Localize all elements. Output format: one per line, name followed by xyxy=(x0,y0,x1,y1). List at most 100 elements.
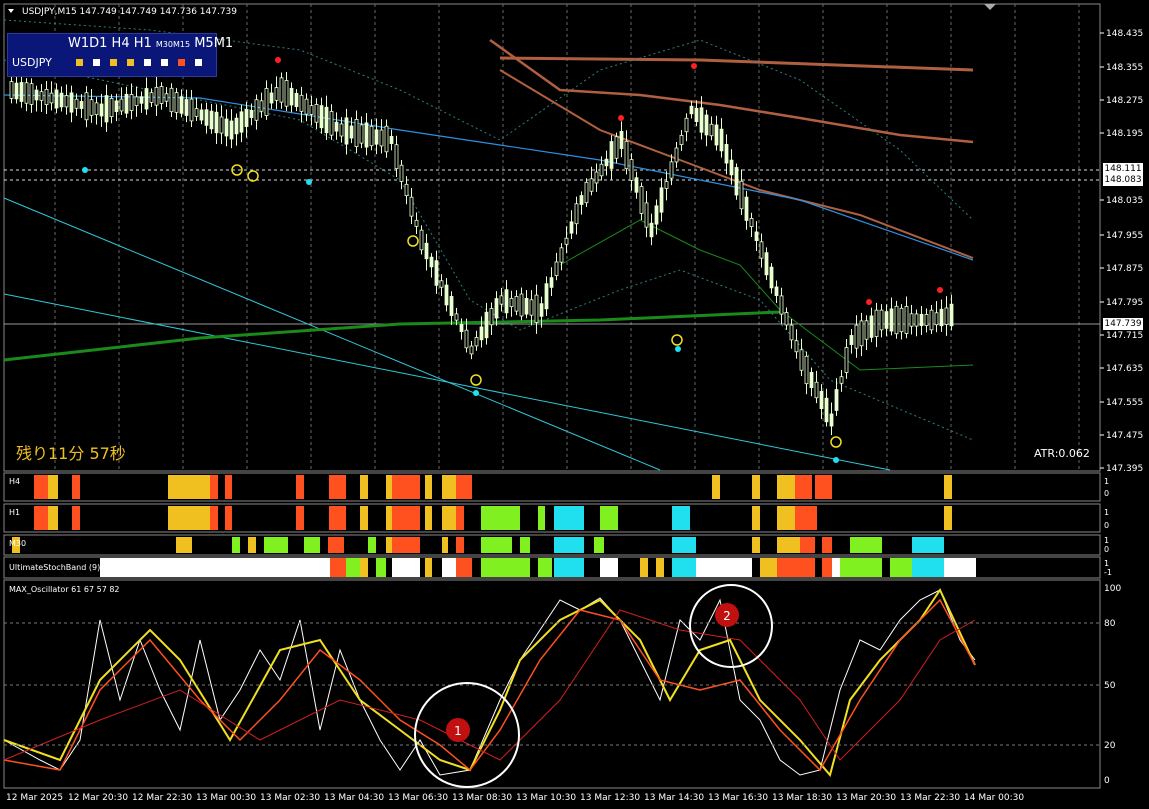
m30-scale-1: 1 xyxy=(1104,536,1109,545)
candle-body xyxy=(339,123,344,137)
candle-body xyxy=(894,305,899,335)
candle-body xyxy=(819,390,824,410)
signal-bar-segment xyxy=(304,537,320,553)
time-axis[interactable]: 12 Mar 2025 12 Mar 20:30 12 Mar 22:30 13 Ma… xyxy=(6,793,1024,803)
candle-body xyxy=(174,92,179,113)
signal-bar-segment xyxy=(912,558,944,577)
oscillator-title: MAX_Oscillator 61 67 57 82 xyxy=(9,585,120,594)
candle-body xyxy=(479,326,484,341)
tf-square xyxy=(195,59,202,66)
time-label: 13 Mar 02:30 xyxy=(260,793,320,803)
candle-body xyxy=(424,242,429,260)
signal-bar-segment xyxy=(912,537,944,553)
candle-body xyxy=(134,96,139,107)
candle-body xyxy=(14,82,19,100)
osc-level-label: 20 xyxy=(1104,741,1116,751)
candle-body xyxy=(949,303,954,327)
candle-body xyxy=(409,196,414,217)
candle-body xyxy=(649,222,654,238)
signal-bar-segment xyxy=(456,558,472,577)
signal-bar-segment xyxy=(952,558,976,577)
candle-body xyxy=(944,307,949,325)
price-tag-low: 148.083 xyxy=(1103,174,1143,186)
candle-body xyxy=(94,102,99,116)
signal-bar-segment xyxy=(72,475,80,499)
candle-body xyxy=(164,93,169,102)
candle-body xyxy=(699,107,704,133)
candle-body xyxy=(689,105,694,115)
candle-body xyxy=(934,312,939,326)
signal-bar-segment xyxy=(225,506,232,530)
signal-bar-segment xyxy=(360,475,368,499)
price-axis[interactable]: 148.435 148.355 148.275 148.195 148.035 147.9… xyxy=(1100,29,1143,474)
signal-bar-segment xyxy=(360,558,368,577)
signal-dot-cyan xyxy=(833,457,839,463)
signal-bar-segment xyxy=(822,537,832,553)
signal-bar-segment xyxy=(752,537,760,553)
trading-chart[interactable]: 148.435 148.355 148.275 148.195 148.035 147.9… xyxy=(0,0,1149,809)
time-label: 13 Mar 12:30 xyxy=(580,793,640,803)
candle-body xyxy=(464,329,469,349)
candle-body xyxy=(224,118,229,137)
candle-body xyxy=(624,140,629,170)
candle-body xyxy=(534,294,539,323)
candle-body xyxy=(444,284,449,306)
signal-dot-cyan xyxy=(675,346,681,352)
signal-bar-segment xyxy=(48,475,58,499)
signal-dot-cyan xyxy=(306,179,312,185)
candle-body xyxy=(724,144,729,164)
tf-main-label[interactable]: W1D1 H4 H1 xyxy=(68,36,152,51)
candle-body xyxy=(559,247,564,263)
signal-bar-segment xyxy=(296,475,304,499)
candle-body xyxy=(24,82,29,104)
candle-body xyxy=(594,171,599,184)
candle-body xyxy=(149,92,154,103)
signal-bar-segment xyxy=(360,506,368,530)
candle-body xyxy=(104,95,109,123)
price-label: 147.475 xyxy=(1106,431,1143,441)
candle-body xyxy=(879,309,884,331)
candle-body xyxy=(574,203,579,225)
signal-bar-segment xyxy=(328,537,344,553)
candle-body xyxy=(124,93,129,114)
signal-bar-segment xyxy=(296,506,304,530)
signal-bar-segment xyxy=(832,558,840,577)
candle-body xyxy=(919,313,924,327)
tf-square xyxy=(178,59,185,66)
osc-level-label: 0 xyxy=(1104,776,1110,786)
signal-bar-segment xyxy=(944,475,952,499)
signal-bar-segment xyxy=(594,537,604,553)
marker-number-2: 2 xyxy=(723,609,731,623)
h1-scale-1: 1 xyxy=(1104,508,1109,517)
candle-body xyxy=(419,229,424,251)
candle-body xyxy=(269,92,274,104)
tf-tail-label[interactable]: M5M1 xyxy=(194,36,233,51)
candle-body xyxy=(829,413,834,427)
candle-body xyxy=(314,104,319,123)
candle-body xyxy=(614,136,619,159)
candle-body xyxy=(549,277,554,288)
tf-square xyxy=(76,59,83,66)
price-label: 147.715 xyxy=(1106,331,1143,341)
timeframe-panel[interactable]: W1D1 H4 H1 M30M15 M5M1 USDJPY xyxy=(7,33,233,77)
candle-body xyxy=(619,131,624,149)
tf-symbol: USDJPY xyxy=(12,56,52,69)
candle-body xyxy=(669,161,674,179)
candle-body xyxy=(434,260,439,286)
timeframe-labels[interactable]: W1D1 H4 H1 M30M15 M5M1 xyxy=(68,36,233,51)
candle-body xyxy=(449,296,454,316)
h1-scale-0: 0 xyxy=(1104,521,1109,530)
candle-body xyxy=(354,119,359,147)
candle-body xyxy=(234,117,239,135)
candle-body xyxy=(19,82,24,102)
candle-body xyxy=(749,218,754,227)
tf-small-label[interactable]: M30M15 xyxy=(156,40,190,49)
osc-level-label: 50 xyxy=(1104,681,1116,691)
candle-body xyxy=(324,106,329,134)
signal-bar-segment xyxy=(752,475,760,499)
signal-bar-segment xyxy=(656,558,664,577)
candle-body xyxy=(204,109,209,126)
candle-body xyxy=(44,88,49,106)
candle-body xyxy=(119,98,124,112)
signal-bar-segment xyxy=(329,475,346,499)
